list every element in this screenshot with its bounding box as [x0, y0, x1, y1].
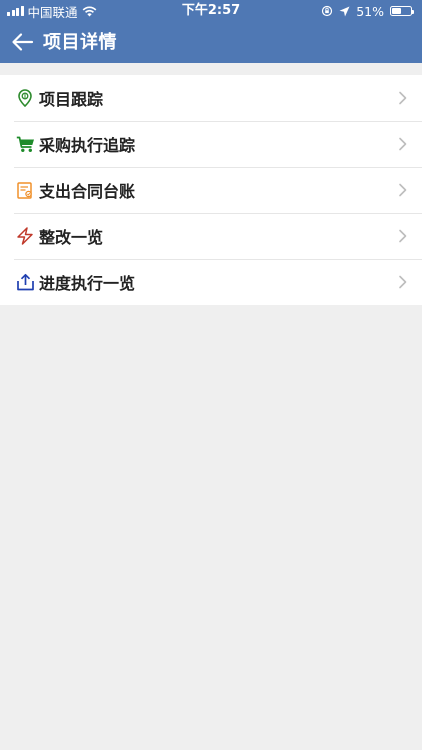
contract-icon — [15, 180, 35, 200]
menu-item-label: 进度执行一览 — [39, 274, 136, 293]
menu-item-label: 支出合同台账 — [39, 182, 136, 201]
shopping-cart-icon — [15, 134, 35, 154]
status-right: 51% — [321, 0, 414, 22]
menu-item-procurement-tracking[interactable]: 采购执行追踪 — [0, 121, 422, 167]
menu-item-label: 采购执行追踪 — [39, 136, 136, 155]
menu-list: 项目跟踪 采购执行追踪 支出合同台账 整改一览 进度执行一览 — [0, 75, 422, 305]
battery-icon — [390, 6, 414, 16]
chevron-right-icon — [399, 137, 407, 151]
menu-item-label: 整改一览 — [39, 228, 104, 247]
nav-bar: 项目详情 — [0, 22, 422, 63]
battery-percent: 51% — [356, 3, 384, 19]
menu-item-project-tracking[interactable]: 项目跟踪 — [0, 75, 422, 121]
chevron-right-icon — [399, 229, 407, 243]
back-button[interactable] — [10, 30, 36, 54]
menu-item-progress-execution[interactable]: 进度执行一览 — [0, 259, 422, 305]
menu-item-contract-ledger[interactable]: 支出合同台账 — [0, 167, 422, 213]
battery-level — [392, 8, 402, 14]
upload-icon — [15, 272, 35, 292]
chevron-right-icon — [399, 275, 407, 289]
arrow-left-icon — [12, 33, 34, 51]
lightning-icon — [15, 226, 35, 246]
location-pin-icon — [15, 88, 35, 108]
location-arrow-icon — [339, 6, 350, 16]
chevron-right-icon — [399, 183, 407, 197]
menu-item-rectification[interactable]: 整改一览 — [0, 213, 422, 259]
status-bar: 中国联通 下午2:57 51% — [0, 0, 422, 22]
rotation-lock-icon — [322, 5, 333, 17]
menu-item-label: 项目跟踪 — [39, 90, 104, 109]
page-title: 项目详情 — [43, 32, 117, 53]
chevron-right-icon — [399, 91, 407, 105]
